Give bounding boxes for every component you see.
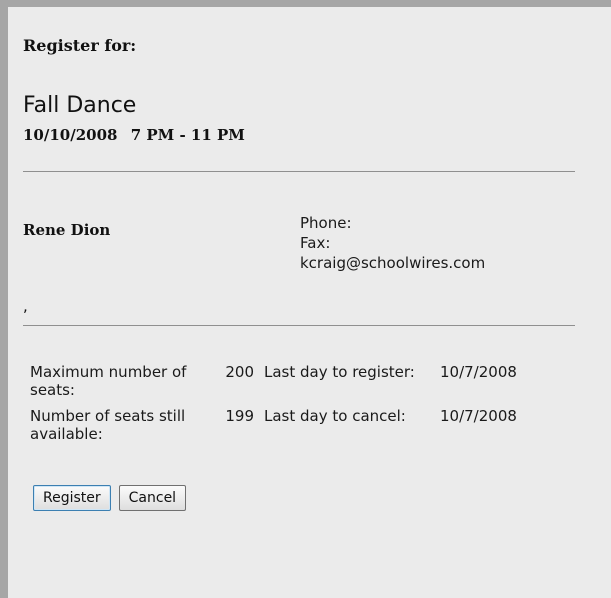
contact-details: Phone: Fax: kcraig@schoolwires.com <box>300 213 485 273</box>
max-seats-label: Maximum number of seats: <box>30 363 187 399</box>
event-title: Fall Dance <box>23 93 137 118</box>
event-datetime: 10/10/2008 7 PM - 11 PM <box>23 126 245 144</box>
contact-email: kcraig@schoolwires.com <box>300 254 486 272</box>
seats-row-max: Maximum number of seats: 200 Last day to… <box>30 363 517 407</box>
event-date: 10/10/2008 <box>23 126 118 144</box>
contact-address: , <box>23 297 28 315</box>
available-seats-value: 199 <box>225 407 254 425</box>
phone-label: Phone: <box>300 214 352 232</box>
seats-row-available: Number of seats still available: 199 Las… <box>30 407 517 451</box>
register-for-heading: Register for: <box>23 36 137 55</box>
last-day-cancel-label: Last day to cancel: <box>264 407 406 425</box>
fax-label: Fax: <box>300 234 331 252</box>
registration-panel: Register for: Fall Dance 10/10/2008 7 PM… <box>0 0 611 598</box>
action-buttons: Register Cancel <box>33 485 190 511</box>
available-seats-label: Number of seats still available: <box>30 407 186 443</box>
max-seats-value: 200 <box>225 363 254 381</box>
last-day-cancel-date: 10/7/2008 <box>440 407 517 425</box>
divider <box>23 171 575 172</box>
seats-info-table: Maximum number of seats: 200 Last day to… <box>30 363 517 451</box>
contact-name: Rene Dion <box>23 221 111 239</box>
cancel-button[interactable]: Cancel <box>118 485 187 511</box>
last-day-register-date: 10/7/2008 <box>440 363 517 381</box>
divider <box>23 325 575 326</box>
register-button[interactable]: Register <box>33 485 111 511</box>
last-day-register-label: Last day to register: <box>264 363 415 381</box>
event-time: 7 PM - 11 PM <box>130 126 245 144</box>
